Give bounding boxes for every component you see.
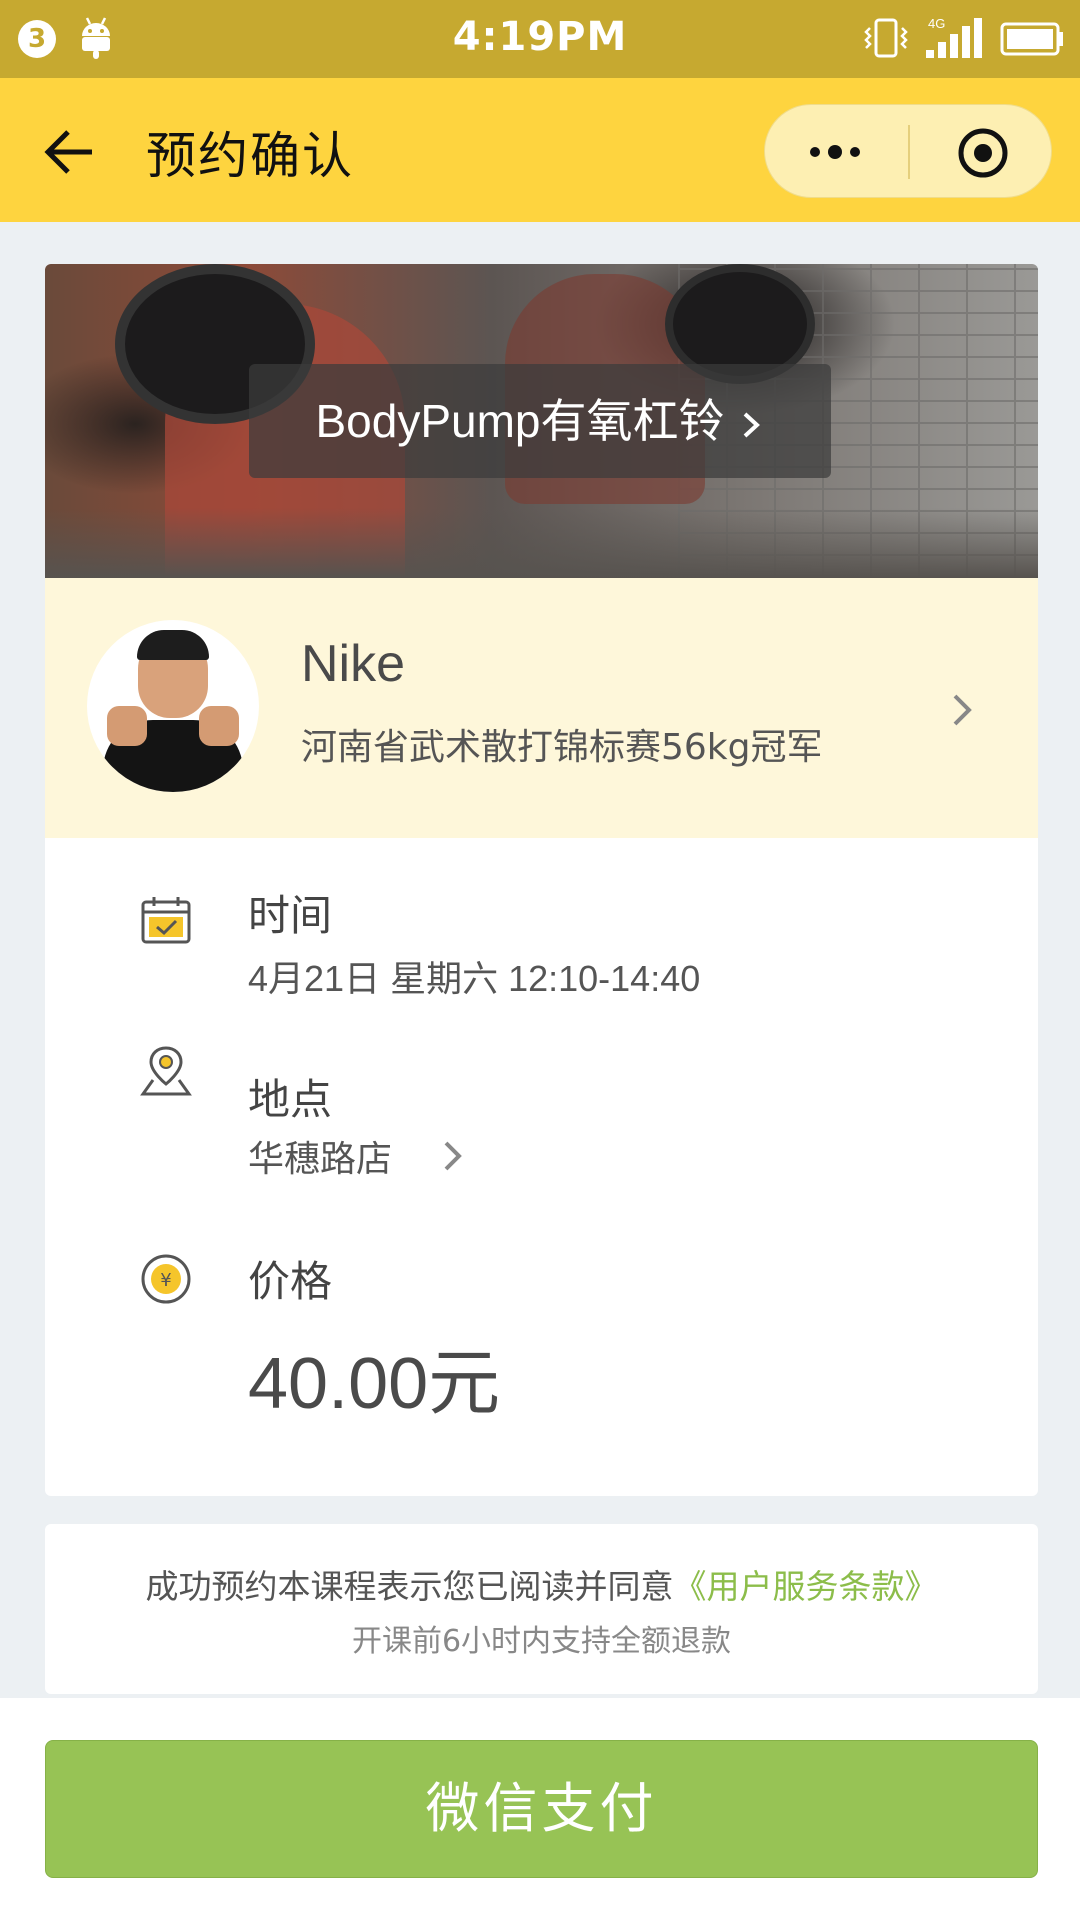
status-bar: 3 4:19PM 4G bbox=[0, 0, 1080, 78]
more-dots-icon[interactable] bbox=[805, 127, 865, 177]
vibrate-icon bbox=[864, 18, 908, 58]
price-value: 40.00元 bbox=[248, 1344, 501, 1424]
time-value: 4月21日 星期六 12:10-14:40 bbox=[248, 958, 701, 999]
chevron-right-icon bbox=[743, 412, 760, 438]
course-banner[interactable]: BodyPump有氧杠铃 bbox=[45, 264, 1038, 578]
arrow-left-icon[interactable] bbox=[42, 124, 98, 180]
bottom-bar: 微信支付 bbox=[0, 1698, 1080, 1920]
nav-bar: 预约确认 bbox=[0, 78, 1080, 222]
notice-card: 成功预约本课程表示您已阅读并同意《用户服务条款》 开课前6小时内支持全额退款 bbox=[45, 1524, 1038, 1694]
location-value[interactable]: 华穗路店 bbox=[248, 1130, 392, 1182]
coach-name: Nike bbox=[301, 635, 406, 693]
coach-row[interactable]: Nike 河南省武术散打锦标赛56kg冠军 bbox=[45, 578, 1038, 838]
course-title-button[interactable]: BodyPump有氧杠铃 bbox=[249, 364, 831, 478]
mini-program-capsule bbox=[764, 104, 1052, 198]
status-time: 4:19PM bbox=[452, 14, 628, 60]
agreement-line: 成功预约本课程表示您已阅读并同意《用户服务条款》 bbox=[45, 1560, 1038, 1608]
location-label: 地点 bbox=[248, 1075, 333, 1124]
calendar-icon bbox=[141, 897, 191, 944]
banner-floor bbox=[45, 508, 1038, 578]
battery-icon bbox=[1000, 22, 1063, 56]
map-pin-icon bbox=[140, 1046, 192, 1096]
target-circle-icon[interactable] bbox=[957, 127, 1009, 179]
signal-icon: 4G bbox=[926, 16, 982, 58]
capsule-divider bbox=[908, 125, 910, 179]
booking-card: BodyPump有氧杠铃 Nike 河南省武术散打锦标赛56kg冠军 时间 4月… bbox=[45, 264, 1038, 1496]
price-label: 价格 bbox=[248, 1257, 333, 1306]
svg-text:4G: 4G bbox=[928, 16, 945, 31]
wechat-pay-button[interactable]: 微信支付 bbox=[45, 1740, 1038, 1878]
avatar bbox=[87, 620, 259, 792]
chevron-right-icon bbox=[953, 694, 972, 726]
page-title: 预约确认 bbox=[146, 127, 354, 185]
svg-text:¥: ¥ bbox=[160, 1270, 171, 1291]
course-name: BodyPump有氧杠铃 bbox=[315, 395, 725, 447]
terms-link[interactable]: 《用户服务条款》 bbox=[674, 1567, 938, 1606]
coach-description: 河南省武术散打锦标赛56kg冠军 bbox=[301, 727, 823, 768]
yen-coin-icon: ¥ bbox=[141, 1254, 191, 1304]
time-label: 时间 bbox=[248, 891, 333, 940]
chevron-right-icon[interactable] bbox=[441, 1138, 465, 1174]
agreement-text: 成功预约本课程表示您已阅读并同意 bbox=[145, 1567, 674, 1606]
refund-text: 开课前6小时内支持全额退款 bbox=[351, 1624, 732, 1659]
